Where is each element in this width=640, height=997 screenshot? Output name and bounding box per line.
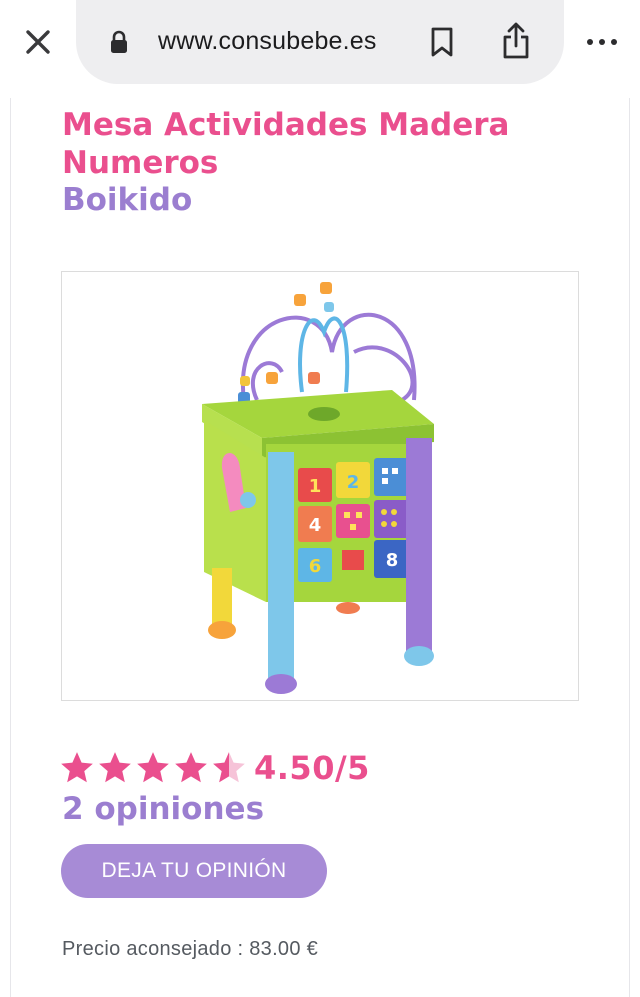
browser-toolbar: www.consubebe.es (0, 0, 640, 98)
recommended-price: Precio aconsejado : 83.00 € (62, 938, 319, 960)
product-brand[interactable]: Boikido (62, 181, 192, 219)
product-image[interactable]: 1 2 4 6 8 (61, 271, 579, 701)
lock-icon (111, 30, 127, 53)
bookmark-icon[interactable] (428, 26, 456, 58)
star-full-icon (99, 752, 131, 783)
star-full-icon (175, 752, 207, 783)
svg-text:4: 4 (309, 515, 322, 536)
svg-text:1: 1 (309, 476, 322, 497)
svg-text:2: 2 (347, 472, 360, 493)
svg-text:8: 8 (386, 550, 399, 571)
close-tab-button[interactable] (18, 22, 58, 62)
rating-value: 4.50/5 (254, 749, 370, 787)
share-icon[interactable] (500, 22, 532, 60)
star-full-icon (137, 752, 169, 783)
rating-stars (58, 749, 248, 787)
star-full-icon (61, 752, 93, 783)
url-text[interactable]: www.consubebe.es (158, 27, 377, 56)
activity-table-illustration: 1 2 4 6 8 (202, 282, 434, 694)
close-icon (26, 30, 50, 54)
reviews-count-link[interactable]: 2 opiniones (62, 788, 264, 830)
rating-row: 4.50/5 (58, 746, 370, 790)
svg-text:6: 6 (309, 556, 322, 577)
star-half-icon (213, 752, 245, 783)
more-icon[interactable] (584, 30, 620, 54)
product-title: Mesa Actividades Madera Numeros (62, 107, 510, 181)
leave-review-button[interactable]: DEJA TU OPINIÓN (61, 844, 327, 898)
